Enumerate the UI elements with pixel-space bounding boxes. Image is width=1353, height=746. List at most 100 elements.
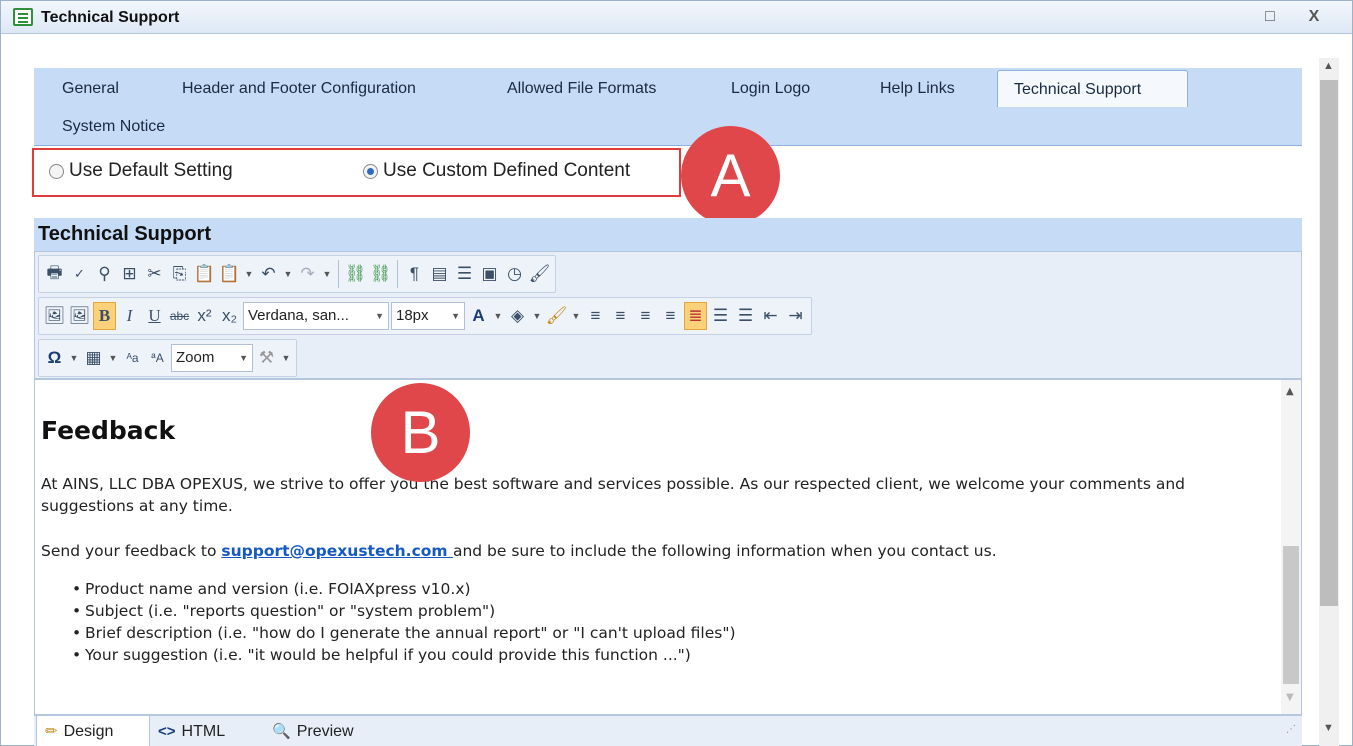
feedback-text-after: and be sure to include the following inf…	[452, 542, 997, 560]
resize-grip-icon[interactable]: ⋰	[1286, 724, 1296, 735]
superscript-icon[interactable]: x²	[193, 302, 216, 330]
print-icon[interactable]: 🖶	[43, 260, 66, 288]
toolbar-divider	[397, 260, 398, 288]
form-element-icon[interactable]: ▣	[478, 260, 501, 288]
tab-allowed-file-formats[interactable]: Allowed File Formats	[491, 70, 672, 107]
cut-icon[interactable]: ✂	[143, 260, 166, 288]
omega-symbol-icon[interactable]: Ω	[43, 344, 66, 372]
bold-icon[interactable]: B	[93, 302, 116, 330]
find-icon[interactable]: ⚲	[93, 260, 116, 288]
window-title: Technical Support	[41, 9, 180, 26]
code-icon: <>	[158, 723, 176, 740]
scroll-down-icon[interactable]: ▼	[1286, 692, 1294, 703]
content-paragraph: At AINS, LLC DBA OPEXUS, we strive to of…	[41, 475, 1186, 515]
copy-icon[interactable]: ⎘	[168, 260, 191, 288]
font-size-value: 18px	[396, 307, 429, 324]
maximize-icon[interactable]: □	[1259, 7, 1281, 27]
align-left-icon[interactable]: ≡	[584, 302, 607, 330]
align-right-icon[interactable]: ≡	[634, 302, 657, 330]
link-icon[interactable]: ⛓	[344, 260, 367, 288]
window-scrollbar[interactable]: ▲ ▼	[1319, 58, 1339, 746]
zoom-value: Zoom	[176, 349, 215, 366]
toolbar-row-1: 🖶 ✓ ⚲ ⊞ ✂ ⎘ 📋 📋 ▼ ↶ ▼ ↷ ▼ ⛓ ⛓ ¶ ▤ ☰ ▣ ◷ …	[38, 255, 556, 293]
image-manager-icon[interactable]: 🖼	[68, 302, 91, 330]
italic-icon[interactable]: I	[118, 302, 141, 330]
redo-icon[interactable]: ↷	[296, 260, 319, 288]
mode-label: HTML	[181, 723, 226, 740]
title-bar[interactable]: Technical Support □ X	[1, 1, 1352, 34]
modules-icon[interactable]: ⚒	[255, 344, 278, 372]
content-paragraph-feedback: Send your feedback to support@opexustech…	[41, 540, 997, 562]
format-painter-icon[interactable]: 🖌	[545, 302, 568, 330]
bulleted-list-icon[interactable]: ☰	[709, 302, 732, 330]
mode-design-tab[interactable]: ✏ Design	[36, 716, 150, 746]
radio-button-selected-icon[interactable]	[363, 163, 378, 179]
align-center-icon[interactable]: ≡	[609, 302, 632, 330]
paste-icon[interactable]: 📋	[193, 260, 216, 288]
spellcheck-icon[interactable]: ✓	[68, 260, 91, 288]
undo-icon[interactable]: ↶	[257, 260, 280, 288]
tab-help-links[interactable]: Help Links	[864, 70, 971, 107]
tab-general[interactable]: General	[46, 70, 135, 107]
chevron-down-icon[interactable]: ▼	[282, 260, 294, 288]
mode-preview-tab[interactable]: 🔍 Preview	[272, 716, 354, 746]
chevron-down-icon[interactable]: ▼	[492, 302, 504, 330]
justify-icon[interactable]: ≡	[659, 302, 682, 330]
scroll-thumb[interactable]	[1320, 80, 1338, 606]
subscript-icon[interactable]: x₂	[218, 302, 241, 330]
table-icon[interactable]: ▦	[82, 344, 105, 372]
image-icon[interactable]: 🖼	[43, 302, 66, 330]
document-list-icon	[13, 8, 33, 26]
radio-default-setting[interactable]: Use Default Setting	[49, 159, 233, 183]
unlink-icon[interactable]: ⛓	[369, 260, 392, 288]
scroll-thumb[interactable]	[1283, 546, 1299, 684]
scroll-up-icon[interactable]: ▲	[1286, 386, 1294, 397]
radio-button-icon[interactable]	[49, 163, 64, 179]
toolbar-divider	[338, 260, 339, 288]
tab-login-logo[interactable]: Login Logo	[715, 70, 826, 107]
numbered-list-icon[interactable]: ☰	[734, 302, 757, 330]
horizontal-rule-icon[interactable]: ☰	[453, 260, 476, 288]
support-email-link[interactable]: support@opexustech.com	[221, 542, 453, 560]
indent-icon[interactable]: ⇥	[784, 302, 807, 330]
justify-none-icon[interactable]: ≣	[684, 302, 707, 330]
mode-html-tab[interactable]: <> HTML	[158, 716, 225, 746]
background-color-icon[interactable]: ◈	[506, 302, 529, 330]
outdent-icon[interactable]: ⇤	[759, 302, 782, 330]
chevron-down-icon[interactable]: ▼	[243, 260, 255, 288]
editor-content-area[interactable]: Feedback At AINS, LLC DBA OPEXUS, we str…	[34, 379, 1302, 715]
chevron-down-icon[interactable]: ▼	[107, 344, 119, 372]
magnifier-icon: 🔍	[272, 723, 291, 740]
close-icon[interactable]: X	[1303, 7, 1325, 27]
chevron-down-icon[interactable]: ▼	[570, 302, 582, 330]
list-item: Your suggestion (i.e. "it would be helpf…	[72, 644, 736, 666]
tab-technical-support[interactable]: Technical Support	[997, 70, 1188, 107]
settings-tab-bar: General Header and Footer Configuration …	[34, 68, 1302, 146]
chevron-down-icon[interactable]: ▼	[280, 344, 292, 372]
font-family-select[interactable]: Verdana, san... ▼	[243, 302, 389, 330]
format-stripper-icon[interactable]: 🖌	[528, 260, 551, 288]
underline-icon[interactable]: U	[143, 302, 166, 330]
tab-system-notice[interactable]: System Notice	[46, 108, 181, 145]
clock-icon[interactable]: ◷	[503, 260, 526, 288]
tab-header-footer[interactable]: Header and Footer Configuration	[166, 70, 432, 107]
radio-custom-content[interactable]: Use Custom Defined Content	[363, 159, 630, 183]
mode-label: Design	[63, 722, 114, 740]
convert-lowercase-icon[interactable]: ᴬa	[121, 344, 144, 372]
chevron-down-icon[interactable]: ▼	[321, 260, 333, 288]
dialog-window: Technical Support □ X ▲ ▼ General Header…	[0, 0, 1353, 746]
font-size-select[interactable]: 18px ▼	[391, 302, 465, 330]
strikethrough-icon[interactable]: abc	[168, 302, 191, 330]
text-color-icon[interactable]: A	[467, 302, 490, 330]
chevron-down-icon[interactable]: ▼	[68, 344, 80, 372]
editor-scrollbar[interactable]: ▲ ▼	[1281, 380, 1301, 714]
paste-options-icon[interactable]: 📋	[218, 260, 241, 288]
template-icon[interactable]: ▤	[428, 260, 451, 288]
select-all-icon[interactable]: ⊞	[118, 260, 141, 288]
zoom-select[interactable]: Zoom ▼	[171, 344, 253, 372]
scroll-down-icon[interactable]: ▼	[1323, 722, 1334, 734]
paragraph-icon[interactable]: ¶	[403, 260, 426, 288]
convert-uppercase-icon[interactable]: ªA	[146, 344, 169, 372]
scroll-up-icon[interactable]: ▲	[1323, 60, 1334, 72]
chevron-down-icon[interactable]: ▼	[531, 302, 543, 330]
